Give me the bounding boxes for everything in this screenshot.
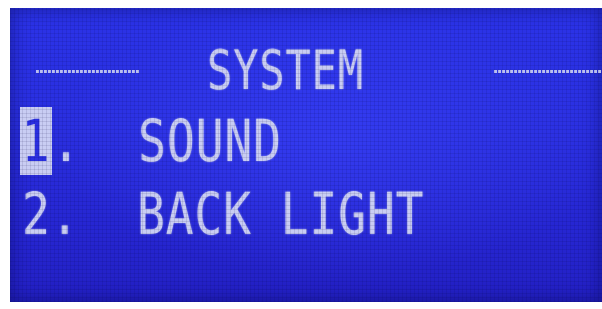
menu-item-separator: . [50, 180, 80, 248]
screen-title: SYSTEM [207, 39, 364, 102]
menu-item-sound[interactable]: 1. SOUND [20, 107, 282, 175]
device-frame: SYSTEM 1. SOUND 2. BACK LIGHT [0, 0, 602, 309]
menu-item-back-light[interactable]: 2. BACK LIGHT [22, 185, 424, 243]
menu-item-gap [79, 180, 136, 248]
menu-item-number: 2 [22, 180, 51, 248]
header-left-dashes [36, 70, 139, 73]
header-right-dashes [494, 70, 602, 73]
menu-item-number-selected: 1 [20, 107, 52, 175]
menu-item-label: BACK LIGHT [136, 180, 425, 248]
menu-item-label: SOUND [138, 107, 282, 175]
menu-item-gap [81, 107, 138, 175]
menu-item-separator: . [51, 107, 81, 175]
lcd-screen: SYSTEM 1. SOUND 2. BACK LIGHT [10, 8, 602, 302]
